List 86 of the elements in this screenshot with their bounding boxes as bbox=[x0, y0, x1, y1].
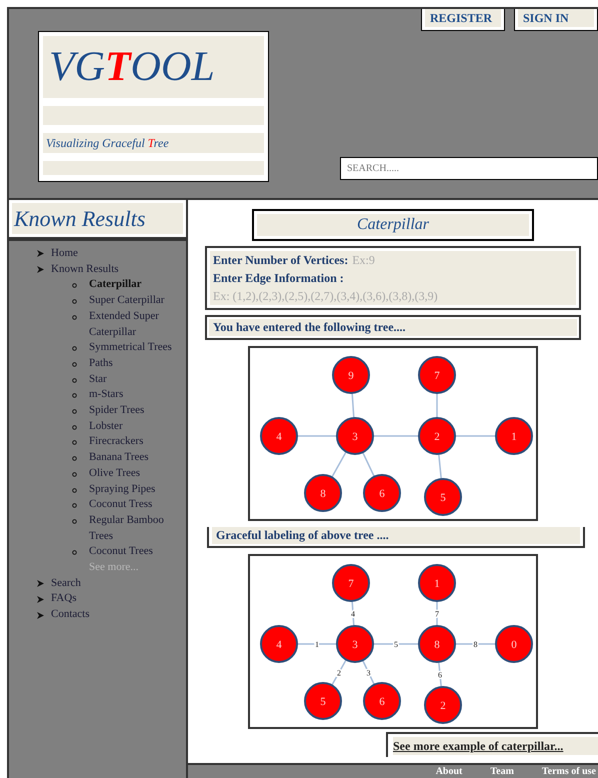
sidebar-link[interactable]: Known Results bbox=[51, 262, 119, 278]
tree-node: 7 bbox=[418, 356, 456, 394]
entered-heading: You have entered the following tree.... bbox=[209, 319, 577, 336]
arrow-bullet-icon bbox=[37, 596, 44, 603]
sign-in-button[interactable]: SIGN IN bbox=[514, 9, 598, 31]
sidebar-sublink[interactable]: Olive Trees bbox=[89, 466, 186, 482]
tree-node: 8 bbox=[418, 625, 456, 663]
edge-label: 1 bbox=[315, 640, 319, 649]
register-button[interactable]: REGISTER bbox=[421, 9, 505, 31]
tree-node: 1 bbox=[418, 564, 456, 602]
tree-node: 3 bbox=[336, 417, 374, 455]
arrow-bullet-icon bbox=[37, 580, 44, 588]
footer-link[interactable]: Team bbox=[490, 766, 514, 776]
circle-bullet-icon bbox=[72, 440, 77, 446]
circle-bullet-icon bbox=[72, 299, 77, 304]
page-title: Caterpillar bbox=[356, 215, 429, 235]
graceful-heading: Graceful labeling of above tree .... bbox=[212, 527, 580, 544]
search-field[interactable]: SEARCH..... bbox=[340, 157, 598, 180]
edge-label: 5 bbox=[394, 640, 398, 649]
sidebar-sublink[interactable]: Coconut Tress bbox=[89, 497, 186, 513]
edge-label: 7 bbox=[435, 610, 439, 618]
tree-node: 3 bbox=[336, 625, 374, 663]
edge-label: 2 bbox=[337, 668, 341, 678]
tree-node: 2 bbox=[424, 686, 462, 724]
edge-label: 4 bbox=[351, 610, 355, 618]
edges-field[interactable]: Ex: (1,2),(2,3),(2,5),(2,7),(3,4),(3,6),(3,8),(3,9) bbox=[213, 287, 573, 305]
vertices-field[interactable]: Ex:9 bbox=[352, 251, 412, 269]
sidebar-link[interactable]: FAQs bbox=[51, 591, 76, 608]
sidebar-sublink[interactable]: Banana Trees bbox=[89, 450, 186, 466]
footer-link[interactable]: About bbox=[436, 766, 462, 776]
circle-bullet-icon bbox=[72, 393, 77, 398]
tree-node: 2 bbox=[418, 417, 456, 455]
sidebar-sublink[interactable]: Super Caterpillar bbox=[89, 293, 186, 309]
circle-bullet-icon bbox=[72, 488, 77, 493]
circle-bullet-icon bbox=[72, 424, 77, 430]
sidebar-link[interactable]: Contacts bbox=[51, 607, 90, 623]
sidebar-sublink[interactable]: Star bbox=[89, 372, 186, 388]
edge-label: 6 bbox=[438, 670, 442, 680]
sidebar-sublink[interactable]: Coconut Trees bbox=[89, 544, 186, 560]
sidebar-sublink[interactable]: Spider Trees bbox=[89, 403, 186, 419]
footer-link[interactable]: Terms of use bbox=[542, 766, 596, 776]
sidebar-sublink[interactable]: Lobster bbox=[89, 418, 186, 434]
tree-node: 9 bbox=[332, 356, 370, 394]
tree-node: 8 bbox=[304, 474, 342, 512]
sidebar-sublink[interactable]: Caterpillar bbox=[89, 277, 186, 294]
sidebar-sublink[interactable]: Paths bbox=[89, 356, 186, 372]
sidebar-link[interactable]: Search bbox=[51, 576, 81, 592]
arrow-bullet-icon bbox=[37, 250, 44, 258]
sidebar-sublink[interactable]: Symmetrical Trees bbox=[89, 340, 186, 356]
tree-node: 6 bbox=[363, 682, 401, 720]
sidebar-sublink[interactable]: Extended Super Caterpillar bbox=[89, 308, 186, 340]
sidebar-sublink[interactable]: Regular Bamboo Trees bbox=[89, 512, 186, 544]
circle-bullet-icon bbox=[72, 550, 77, 556]
tree-node: 5 bbox=[304, 682, 342, 720]
edges-label: Enter Edge Information : bbox=[213, 270, 345, 287]
vertices-label: Enter Number of Vertices: bbox=[213, 252, 348, 269]
input-form[interactable]: Enter Number of Vertices: Ex:9 Enter Edge Information : Ex: (1,2),(2,3),(2,5),(2,7),(3,4),(3,6),(3,8),(3,9) bbox=[210, 251, 576, 305]
edge-label: 3 bbox=[366, 668, 370, 678]
site-logo: VGTOOL bbox=[49, 46, 215, 88]
sidebar-link[interactable]: Home bbox=[51, 246, 78, 262]
tree-node: 4 bbox=[260, 625, 298, 663]
site-tagline: Visualizing Graceful Tree bbox=[46, 135, 169, 152]
tree-node: 7 bbox=[332, 564, 370, 602]
circle-bullet-icon bbox=[72, 518, 77, 524]
circle-bullet-icon bbox=[72, 314, 77, 320]
tree-node: 4 bbox=[260, 417, 298, 455]
sidebar-title: Known Results bbox=[14, 205, 146, 233]
tree-node: 5 bbox=[424, 478, 462, 516]
see-more-examples-link[interactable]: See more example of caterpillar... bbox=[393, 737, 598, 755]
tree-node: 1 bbox=[495, 417, 533, 455]
edge-label: 8 bbox=[474, 640, 478, 649]
tree-node: 0 bbox=[495, 625, 533, 663]
circle-bullet-icon bbox=[72, 456, 77, 462]
circle-bullet-icon bbox=[72, 503, 77, 508]
arrow-bullet-icon bbox=[37, 612, 44, 619]
circle-bullet-icon bbox=[72, 472, 77, 477]
circle-bullet-icon bbox=[72, 362, 77, 367]
sidebar-sublink[interactable]: m-Stars bbox=[89, 387, 186, 404]
circle-bullet-icon bbox=[72, 346, 77, 352]
circle-bullet-icon bbox=[72, 283, 77, 288]
circle-bullet-icon bbox=[72, 378, 77, 383]
tree-node: 6 bbox=[363, 474, 401, 512]
sidebar-sublink[interactable]: Spraying Pipes bbox=[89, 482, 186, 498]
arrow-bullet-icon bbox=[37, 266, 44, 274]
sidebar-sublink[interactable]: Firecrackers bbox=[89, 434, 186, 450]
circle-bullet-icon bbox=[72, 409, 77, 414]
